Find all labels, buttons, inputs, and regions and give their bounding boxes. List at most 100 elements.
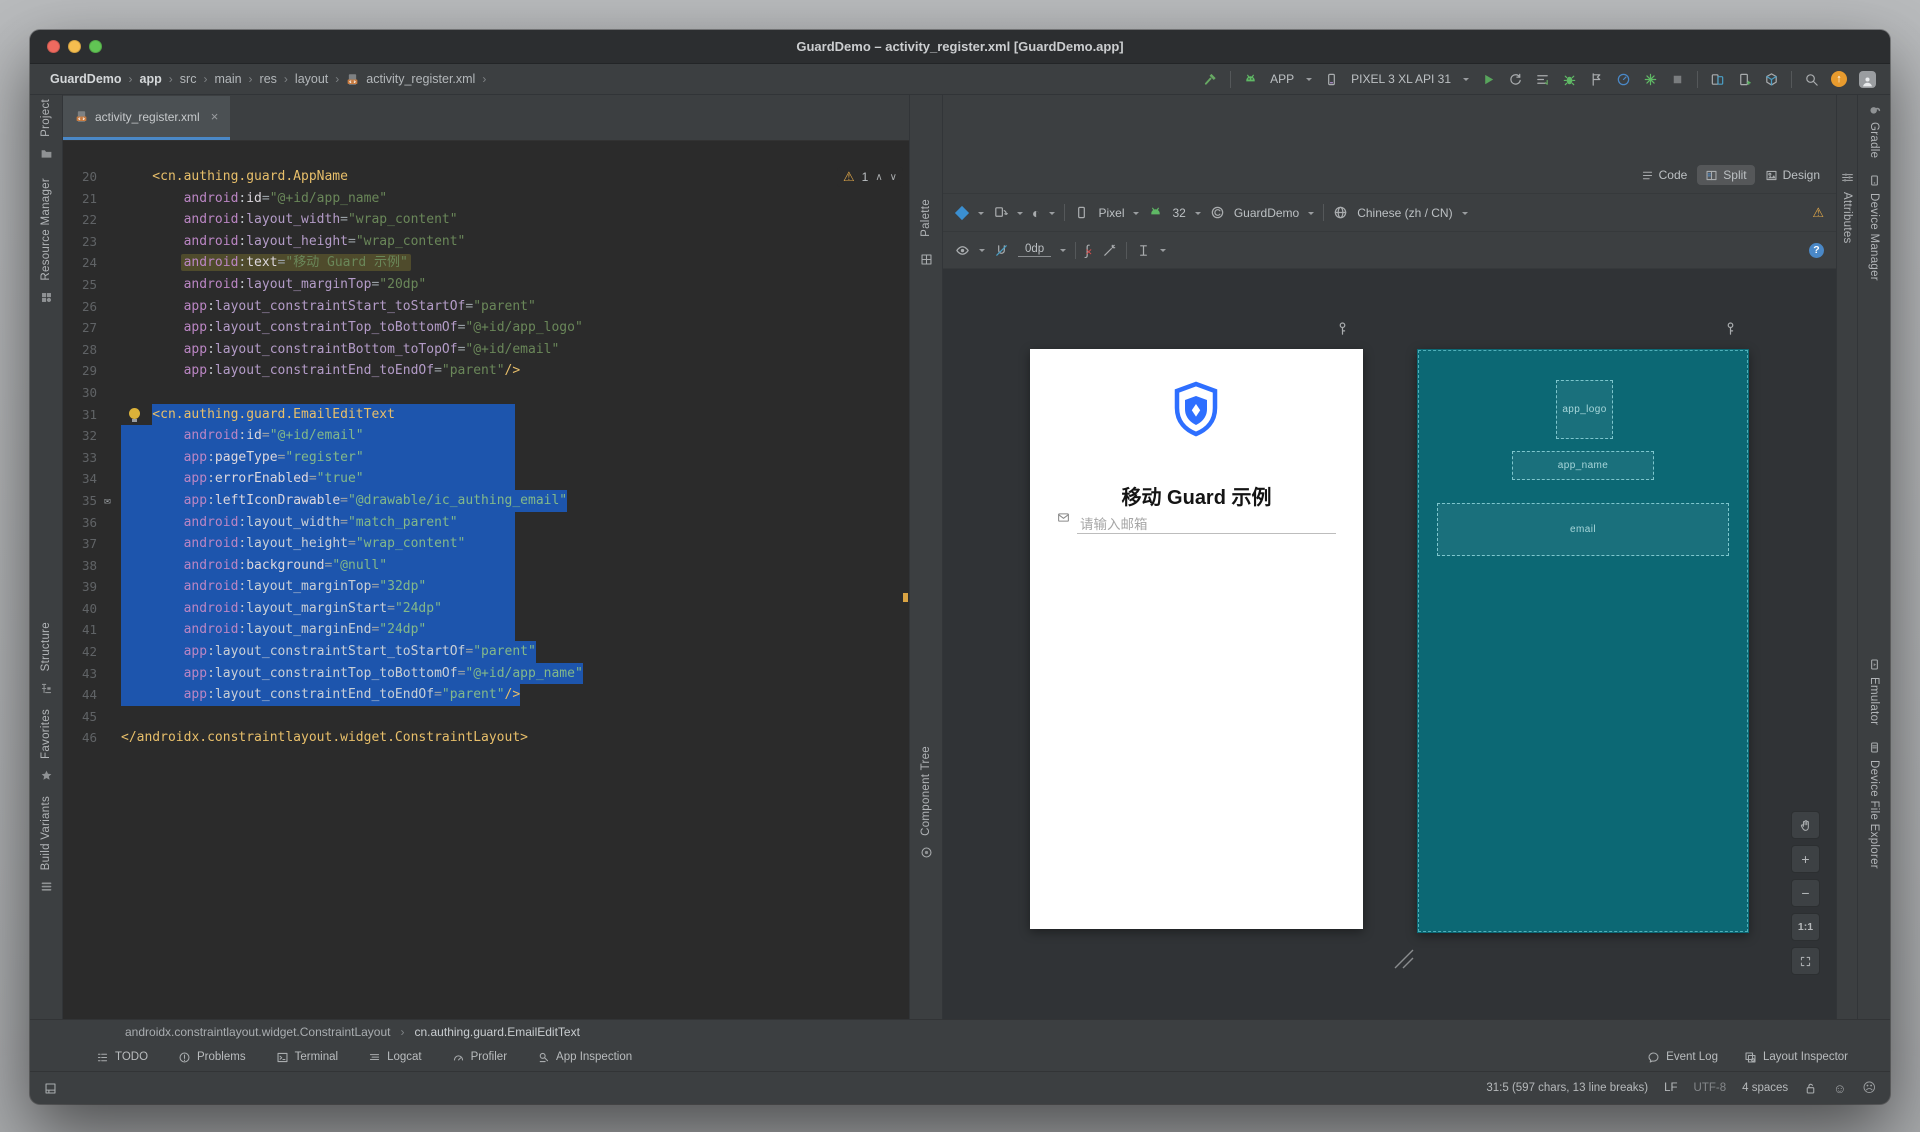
restart-icon[interactable]	[1508, 72, 1523, 87]
breadcrumb-main[interactable]: main	[214, 72, 241, 86]
breadcrumb-project[interactable]: GuardDemo	[50, 72, 122, 86]
gutter-line-number[interactable]: 35✉	[63, 490, 121, 512]
device-manager-icon[interactable]	[1868, 174, 1881, 187]
feedback-smile-icon[interactable]: ☺	[1833, 1081, 1846, 1096]
code-line[interactable]: 44app:layout_constraintEnd_toEndOf="pare…	[63, 684, 909, 706]
code-line[interactable]: 37android:layout_height="wrap_content"	[63, 533, 909, 555]
build-variants-icon[interactable]	[40, 880, 53, 893]
indent-setting[interactable]: 4 spaces	[1742, 1082, 1788, 1094]
render-settings-wrench-icon[interactable]	[1335, 321, 1350, 336]
device-mirroring-icon[interactable]	[1710, 72, 1725, 87]
feedback-frown-icon[interactable]: ☹	[1862, 1080, 1876, 1096]
orientation-icon[interactable]	[993, 205, 1008, 220]
profile-avatar[interactable]	[1859, 71, 1876, 88]
app-name-text[interactable]: 移动 Guard 示例	[1030, 481, 1363, 510]
mode-split[interactable]: Split	[1697, 165, 1754, 185]
code-line[interactable]: 20<cn.authing.guard.AppName	[63, 166, 909, 188]
view-options-eye-icon[interactable]	[955, 243, 970, 258]
code-editor[interactable]: 20<cn.authing.guard.AppName21android:id=…	[63, 141, 909, 1019]
sidebar-item-gradle[interactable]: Gradle	[1868, 122, 1880, 158]
update-notification-icon[interactable]: ↑	[1831, 71, 1847, 87]
gutter-line-number[interactable]: 40	[63, 598, 121, 620]
toolwindow-profiler[interactable]: Profiler	[452, 1051, 507, 1064]
toolwindow-problems[interactable]: Problems	[178, 1051, 246, 1064]
gutter-line-number[interactable]: 27	[63, 317, 121, 339]
code-line[interactable]: 35✉app:leftIconDrawable="@drawable/ic_au…	[63, 490, 909, 512]
run-icon[interactable]	[1481, 72, 1496, 87]
theme-selector[interactable]: GuardDemo	[1234, 206, 1299, 220]
folder-icon[interactable]	[40, 147, 53, 160]
emulator-icon[interactable]	[1868, 658, 1881, 671]
resource-manager-icon[interactable]	[40, 291, 53, 304]
toolwindow-terminal[interactable]: Terminal	[276, 1051, 338, 1064]
gutter-line-number[interactable]: 43	[63, 663, 121, 685]
device-select[interactable]: PIXEL 3 XL API 31	[1351, 72, 1451, 86]
sidebar-item-device-file-explorer[interactable]: Device File Explorer	[1868, 760, 1880, 869]
render-settings-wrench-icon[interactable]	[1723, 321, 1738, 336]
sidebar-item-structure[interactable]: Structure	[40, 622, 52, 671]
code-line[interactable]: 38android:background="@null"	[63, 555, 909, 577]
code-line[interactable]: 32android:id="@+id/email"	[63, 425, 909, 447]
next-warning-icon[interactable]: ∨	[890, 172, 897, 183]
gutter-line-number[interactable]: 33	[63, 447, 121, 469]
gutter-line-number[interactable]: 20	[63, 166, 121, 188]
blueprint-canvas[interactable]: app_logo app_name email	[1417, 349, 1749, 933]
chevron-down-icon[interactable]	[1306, 78, 1312, 84]
api-level-selector[interactable]: 32	[1172, 206, 1185, 220]
profiler-icon[interactable]	[1616, 72, 1631, 87]
code-line[interactable]: 46</androidx.constraintlayout.widget.Con…	[63, 727, 909, 749]
sidebar-item-resource-manager[interactable]: Resource Manager	[40, 178, 52, 281]
sidebar-item-project[interactable]: Project	[40, 99, 52, 137]
breadcrumb-app[interactable]: app	[140, 72, 162, 86]
close-window-button[interactable]	[47, 40, 60, 53]
code-line[interactable]: 28app:layout_constraintBottom_toTopOf="@…	[63, 339, 909, 361]
gutter-line-number[interactable]: 38	[63, 555, 121, 577]
toolwindow-todo[interactable]: TODO	[96, 1051, 148, 1064]
default-margin-selector[interactable]: 0dp	[1018, 243, 1051, 257]
toolwindow-layout-inspector[interactable]: Layout Inspector	[1744, 1051, 1848, 1064]
pan-hand-button[interactable]	[1791, 811, 1820, 839]
sidebar-item-build-variants[interactable]: Build Variants	[40, 796, 52, 870]
gutter-line-number[interactable]: 28	[63, 339, 121, 361]
code-line[interactable]: 31<cn.authing.guard.EmailEditText	[63, 404, 909, 426]
component-tree-icon[interactable]	[920, 846, 933, 859]
blueprint-email[interactable]: email	[1437, 503, 1729, 556]
gutter-line-number[interactable]: 22	[63, 209, 121, 231]
palette-icon[interactable]	[920, 253, 933, 266]
coverage-icon[interactable]	[1535, 72, 1550, 87]
pair-device-icon[interactable]	[1737, 72, 1752, 87]
code-line[interactable]: 23android:layout_height="wrap_content"	[63, 231, 909, 253]
gutter-line-number[interactable]: 34	[63, 468, 121, 490]
breadcrumb-res[interactable]: res	[260, 72, 277, 86]
gutter-line-number[interactable]: 29	[63, 360, 121, 382]
breadcrumb-emailedittext[interactable]: cn.authing.guard.EmailEditText	[415, 1025, 580, 1039]
gutter-line-number[interactable]: 36	[63, 512, 121, 534]
toolwindow-toggle-icon[interactable]	[44, 1082, 57, 1095]
minimize-window-button[interactable]	[68, 40, 81, 53]
render-warning-icon[interactable]: ⚠	[1812, 205, 1824, 221]
blueprint-app-logo[interactable]: app_logo	[1556, 380, 1613, 439]
gutter-line-number[interactable]: 24	[63, 252, 121, 274]
unlock-icon[interactable]	[1804, 1082, 1817, 1095]
help-icon[interactable]: ?	[1809, 243, 1824, 258]
gutter-line-number[interactable]: 26	[63, 296, 121, 318]
apply-changes-icon[interactable]	[1643, 72, 1658, 87]
maximize-window-button[interactable]	[89, 40, 102, 53]
zoom-in-button[interactable]: +	[1791, 845, 1820, 873]
code-line[interactable]: 45	[63, 706, 909, 728]
breadcrumb-src[interactable]: src	[180, 72, 197, 86]
code-line[interactable]: 40android:layout_marginStart="24dp"	[63, 598, 909, 620]
gutter-line-number[interactable]: 21	[63, 188, 121, 210]
code-line[interactable]: 27app:layout_constraintTop_toBottomOf="@…	[63, 317, 909, 339]
scrollbar-warning-marker[interactable]	[903, 593, 908, 602]
blueprint-app-name[interactable]: app_name	[1512, 451, 1654, 480]
gutter-line-number[interactable]: 45	[63, 706, 121, 728]
zoom-out-button[interactable]: −	[1791, 879, 1820, 907]
gutter-line-number[interactable]: 23	[63, 231, 121, 253]
gutter-line-number[interactable]: 39	[63, 576, 121, 598]
email-edit-text[interactable]: 请输入邮箱	[1057, 511, 1337, 524]
component-tree-tab[interactable]: Component Tree	[920, 746, 932, 836]
attributes-icon[interactable]	[1841, 171, 1854, 184]
toolwindow-logcat[interactable]: Logcat	[368, 1051, 422, 1064]
zoom-fit-button[interactable]	[1791, 947, 1820, 975]
